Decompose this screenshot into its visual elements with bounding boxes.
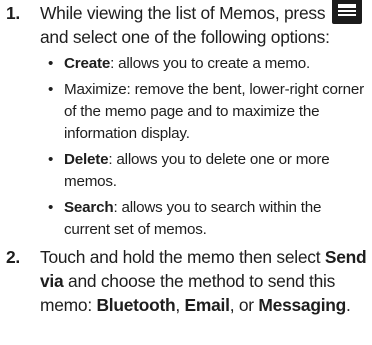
list-item: • Create: allows you to create a memo.	[0, 53, 372, 75]
options-list: • Create: allows you to create a memo. •…	[0, 53, 372, 241]
bullet: •	[48, 199, 54, 216]
list-item: • Search: allows you to search within th…	[0, 197, 372, 241]
list-item: • Maximize: remove the bent, lower-right…	[0, 79, 372, 145]
step-number: 1.	[6, 3, 21, 23]
step-2: 2. Touch and hold the memo then select S…	[0, 245, 372, 317]
option-description: : allows you to create a memo.	[110, 55, 311, 72]
option-term: Create	[64, 55, 111, 72]
option-description: Maximize: remove the bent, lower-right c…	[64, 81, 364, 142]
option-term: Delete	[64, 151, 109, 168]
list-item: • Delete: allows you to delete one or mo…	[0, 149, 372, 193]
bluetooth-term: Bluetooth	[96, 295, 176, 315]
option-term: Search	[64, 199, 114, 216]
bullet: •	[48, 81, 54, 98]
step-1-intro-continued: and select one of the following options:	[40, 27, 330, 47]
separator: , or	[229, 295, 259, 315]
document-page: 1. While viewing the list of Memos, pres…	[0, 0, 372, 345]
step-1: 1. While viewing the list of Memos, pres…	[0, 0, 372, 49]
menu-key-icon	[331, 0, 362, 24]
separator: ,	[175, 295, 185, 315]
bullet: •	[48, 55, 54, 72]
step-number: 2.	[6, 247, 21, 267]
messaging-term: Messaging	[258, 295, 347, 315]
period: .	[346, 295, 351, 315]
step-1-intro: While viewing the list of Memos, press	[40, 3, 326, 23]
step-2-text: Touch and hold the memo then select	[40, 247, 325, 267]
email-term: Email	[184, 295, 230, 315]
bullet: •	[48, 151, 54, 168]
